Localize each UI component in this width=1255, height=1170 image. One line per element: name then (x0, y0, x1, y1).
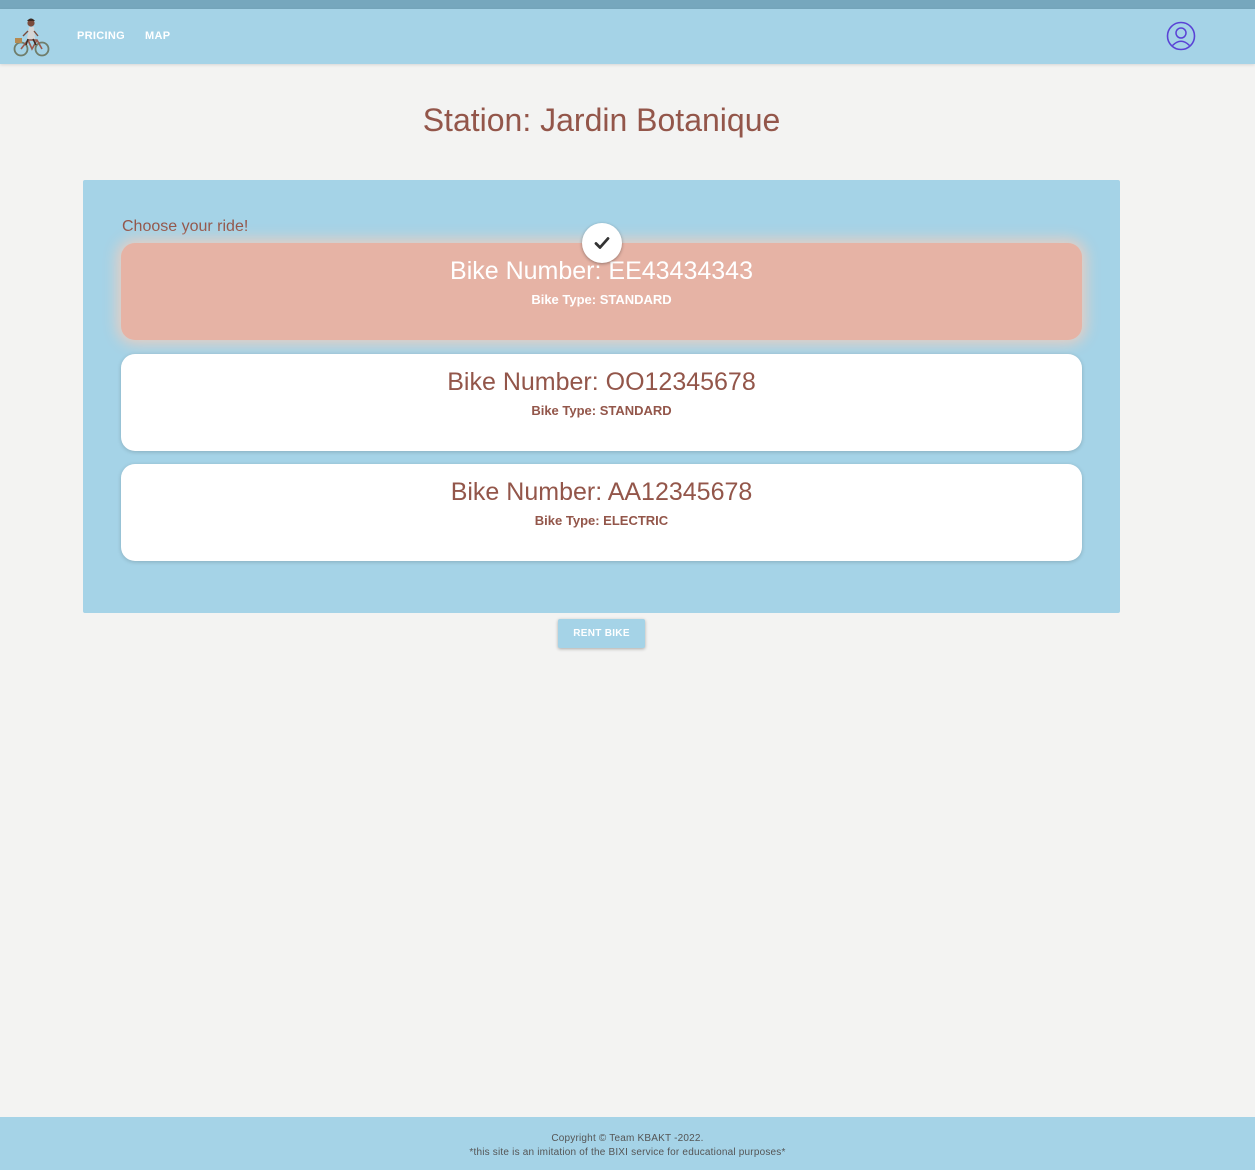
bike-type: Bike Type: ELECTRIC (534, 513, 669, 528)
user-account-icon[interactable] (1166, 21, 1196, 51)
bike-card[interactable]: Bike Number: OO12345678 Bike Type: STAND… (121, 354, 1082, 451)
checkmark-icon (582, 223, 622, 263)
footer-disclaimer: *this site is an imitation of the BIXI s… (469, 1147, 786, 1158)
bike-number: Bike Number: AA12345678 (450, 478, 753, 506)
bike-card[interactable]: Bike Number: AA12345678 Bike Type: ELECT… (121, 464, 1082, 561)
footer-copyright: Copyright © Team KBAKT -2022. (551, 1133, 704, 1144)
navbar: PRICING MAP (0, 9, 1255, 64)
cyclist-logo-icon[interactable] (12, 15, 52, 59)
footer: Copyright © Team KBAKT -2022. *this site… (0, 1117, 1255, 1170)
top-accent-strip (0, 0, 1255, 9)
bike-type: Bike Type: STANDARD (531, 292, 672, 307)
bike-number: Bike Number: OO12345678 (447, 368, 756, 396)
bike-type: Bike Type: STANDARD (531, 403, 672, 418)
bike-selection-panel: Choose your ride! Bike Number: EE4343434… (83, 180, 1120, 613)
nav-link-map[interactable]: MAP (145, 30, 170, 42)
rent-bike-button[interactable]: RENT BIKE (558, 619, 645, 648)
choose-ride-label: Choose your ride! (122, 218, 249, 235)
nav-link-pricing[interactable]: PRICING (77, 30, 125, 42)
page-title: Station: Jardin Botanique (422, 102, 781, 138)
